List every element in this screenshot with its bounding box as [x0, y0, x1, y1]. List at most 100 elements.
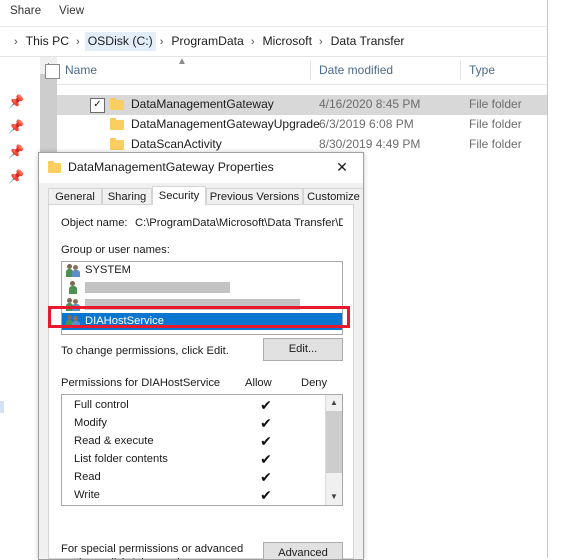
allow-column-header: Allow	[245, 377, 272, 389]
group-name: DIAHostService	[85, 315, 164, 327]
chevron-right-icon: ›	[250, 35, 255, 48]
pin-icon[interactable]: 📌	[8, 95, 24, 108]
close-icon[interactable]: ✕	[321, 153, 363, 183]
column-header-type[interactable]: Type	[469, 63, 495, 77]
file-name: DataManagementGateway	[131, 97, 274, 111]
breadcrumb-item-this-pc[interactable]: This PC	[23, 32, 72, 51]
file-name: DataManagementGatewayUpgrade	[131, 117, 320, 131]
list-item[interactable]: SYSTEM	[62, 262, 342, 279]
list-item[interactable]	[62, 296, 342, 313]
permission-name: List folder contents	[74, 453, 168, 465]
chevron-right-icon: ›	[14, 35, 18, 48]
permission-row[interactable]: Full control ✔	[62, 397, 326, 415]
select-all-checkbox[interactable]	[45, 64, 60, 79]
users-icon	[66, 264, 81, 277]
permission-row[interactable]: Read & execute ✔	[62, 433, 326, 451]
allow-check-icon[interactable]: ✔	[258, 433, 274, 451]
file-type: File folder	[469, 97, 522, 111]
dialog-title: DataManagementGateway Properties	[68, 160, 274, 174]
list-item-diahostservice[interactable]: DIAHostService	[62, 313, 342, 330]
scroll-up-icon[interactable]: ▲	[326, 395, 342, 411]
file-date-modified: 8/30/2019 4:49 PM	[319, 137, 421, 151]
permission-name: Read	[74, 471, 101, 483]
column-divider[interactable]	[310, 61, 311, 80]
dialog-tab-strip: General Sharing Security Previous Versio…	[48, 186, 363, 205]
permission-name: Write	[74, 489, 100, 501]
table-row[interactable]: DataManagementGatewayUpgrade 6/3/2019 6:…	[57, 115, 547, 135]
folder-icon	[110, 138, 125, 150]
breadcrumb: › This PC › OSDisk (C:) › ProgramData › …	[10, 32, 407, 51]
pin-icon[interactable]: 📌	[8, 170, 24, 183]
users-icon	[66, 298, 81, 311]
permission-row[interactable]: Read ✔	[62, 469, 326, 487]
user-icon	[66, 281, 81, 294]
pin-icon[interactable]: 📌	[8, 120, 24, 133]
ribbon-tab-view[interactable]: View	[59, 5, 84, 17]
column-divider[interactable]	[460, 61, 461, 80]
permission-name: Modify	[74, 417, 107, 429]
object-name-label: Object name:	[61, 217, 128, 229]
breadcrumb-item-osdisk[interactable]: OSDisk (C:)	[84, 32, 156, 51]
allow-check-icon[interactable]: ✔	[258, 397, 274, 415]
folder-icon	[48, 161, 62, 173]
tab-previous-versions[interactable]: Previous Versions	[206, 188, 303, 205]
group-or-user-names-label: Group or user names:	[61, 244, 170, 256]
permission-name: Full control	[74, 399, 129, 411]
security-tab-panel: Object name: C:\ProgramData\Microsoft\Da…	[48, 204, 354, 559]
permission-name: Read & execute	[74, 435, 154, 447]
allow-check-icon[interactable]: ✔	[258, 469, 274, 487]
column-header-date-modified[interactable]: Date modified	[319, 63, 393, 77]
allow-check-icon[interactable]: ✔	[258, 487, 274, 505]
edit-button[interactable]: Edit...	[263, 338, 343, 361]
advanced-button[interactable]: Advanced	[263, 542, 343, 559]
tab-general[interactable]: General	[48, 188, 102, 205]
tab-sharing[interactable]: Sharing	[102, 188, 152, 205]
group-user-list[interactable]: SYSTEM DIAHostService	[61, 261, 343, 335]
list-item[interactable]	[62, 279, 342, 296]
ribbon-tab-share[interactable]: Share	[10, 5, 41, 17]
file-date-modified: 6/3/2019 6:08 PM	[319, 117, 414, 131]
chevron-right-icon: ›	[76, 35, 80, 48]
dialog-title-bar[interactable]: DataManagementGateway Properties ✕	[39, 153, 363, 183]
ribbon-tab-strip: Share View	[0, 0, 547, 27]
sort-ascending-icon: ▲	[177, 56, 187, 67]
users-icon	[66, 315, 81, 328]
scroll-down-icon[interactable]: ▼	[326, 489, 342, 505]
tab-customize[interactable]: Customize	[303, 188, 363, 205]
object-name-value: C:\ProgramData\Microsoft\Data Transfer\D…	[135, 217, 343, 229]
scrollbar-thumb[interactable]	[326, 411, 342, 473]
deny-column-header: Deny	[301, 377, 328, 389]
breadcrumb-item-data-transfer[interactable]: Data Transfer	[328, 32, 408, 51]
row-checkbox[interactable]: ✓	[90, 98, 105, 113]
permission-row[interactable]: Modify ✔	[62, 415, 326, 433]
redacted-group-name	[85, 299, 300, 310]
redacted-group-name	[85, 282, 230, 293]
file-date-modified: 4/16/2020 8:45 PM	[319, 97, 421, 111]
properties-dialog: DataManagementGateway Properties ✕ Gener…	[38, 152, 364, 560]
table-row[interactable]: ✓ DataManagementGateway 4/16/2020 8:45 P…	[57, 95, 547, 115]
permissions-list[interactable]: Full control ✔ Modify ✔ Read & execute ✔…	[61, 394, 343, 506]
navigation-pane: 📌 📌 📌 📌	[0, 57, 40, 558]
permission-row[interactable]: List folder contents ✔	[62, 451, 326, 469]
permission-row[interactable]: Write ✔	[62, 487, 326, 505]
allow-check-icon[interactable]: ✔	[258, 415, 274, 433]
file-type: File folder	[469, 137, 522, 151]
file-type: File folder	[469, 117, 522, 131]
chevron-right-icon: ›	[159, 35, 164, 48]
tab-security[interactable]: Security	[152, 186, 206, 205]
group-name: SYSTEM	[85, 264, 132, 276]
breadcrumb-item-programdata[interactable]: ProgramData	[168, 32, 246, 51]
nav-selection-accent	[0, 401, 4, 413]
special-permissions-hint: For special permissions or advanced sett…	[61, 543, 244, 559]
breadcrumb-item-microsoft[interactable]: Microsoft	[260, 32, 315, 51]
pin-icon[interactable]: 📌	[8, 145, 24, 158]
file-name: DataScanActivity	[131, 137, 222, 151]
chevron-right-icon: ›	[318, 35, 323, 48]
address-bar[interactable]: › This PC › OSDisk (C:) › ProgramData › …	[0, 27, 547, 57]
column-header-name[interactable]: Name	[65, 63, 97, 77]
permissions-scrollbar[interactable]: ▲ ▼	[325, 395, 342, 505]
folder-icon	[110, 118, 125, 130]
change-permissions-hint: To change permissions, click Edit.	[61, 345, 229, 357]
allow-check-icon[interactable]: ✔	[258, 451, 274, 469]
file-list-header: ▲ Name Date modified Type	[45, 56, 547, 85]
